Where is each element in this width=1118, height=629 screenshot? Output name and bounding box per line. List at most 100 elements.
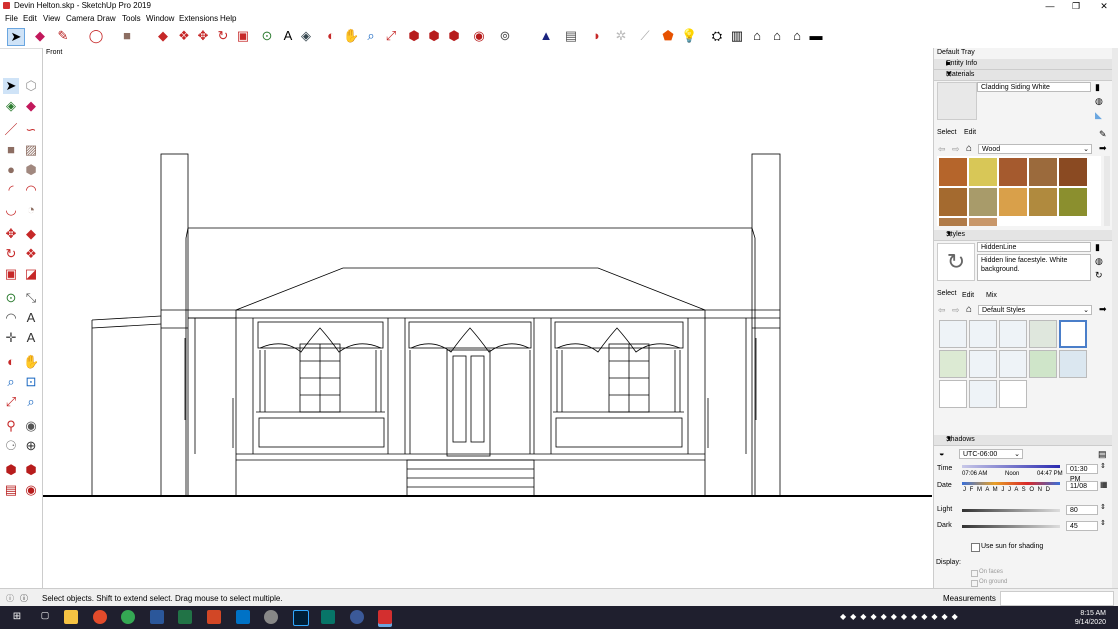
freehand-icon[interactable]: ∽: [23, 122, 39, 138]
push-pull-icon[interactable]: ◆: [155, 28, 171, 44]
text-tool-icon[interactable]: A: [280, 28, 296, 44]
left-view-icon[interactable]: ▬: [808, 28, 824, 44]
tab-edit[interactable]: Edit: [964, 129, 976, 136]
paint-bucket-icon[interactable]: ◈: [298, 28, 314, 44]
warehouse-icon[interactable]: ⬢: [3, 462, 19, 478]
push-pull-icon[interactable]: ◆: [23, 226, 39, 242]
chrome-icon[interactable]: [121, 610, 135, 624]
material-swatch[interactable]: [999, 188, 1027, 216]
swatch-scrollbar[interactable]: [1104, 156, 1110, 226]
pan-icon[interactable]: ✋: [343, 28, 359, 44]
materials-panel-header[interactable]: ▼ Materials ✕: [934, 70, 1112, 81]
text-tool-icon[interactable]: A: [23, 310, 39, 326]
freehand-icon[interactable]: ◯: [88, 28, 104, 44]
dark-slider[interactable]: [962, 525, 1060, 528]
windows-start-icon[interactable]: ⊞: [10, 610, 24, 624]
menu-window[interactable]: Window: [146, 14, 174, 23]
styles-panel-header[interactable]: ▼ Styles ✕: [934, 230, 1112, 241]
word-icon[interactable]: [150, 610, 164, 624]
style-thumbnail[interactable]: [969, 350, 997, 378]
move-icon[interactable]: ✥: [195, 28, 211, 44]
use-sun-checkbox[interactable]: [971, 543, 980, 552]
close-button[interactable]: ✕: [1090, 0, 1118, 12]
dark-field[interactable]: 45: [1066, 521, 1098, 531]
forward-arrow-icon[interactable]: ⇨: [952, 144, 960, 155]
3d-text-icon[interactable]: A: [23, 330, 39, 346]
calendar-icon[interactable]: ▦: [1100, 480, 1108, 489]
photoshop-icon[interactable]: [293, 610, 309, 626]
select-tool-icon[interactable]: ➤: [3, 78, 19, 94]
time-field[interactable]: 01:30 PM: [1066, 464, 1098, 483]
style-thumbnail[interactable]: [969, 320, 997, 348]
tab-edit[interactable]: Edit: [962, 292, 974, 299]
sample-paint-icon[interactable]: ◍: [1095, 96, 1103, 107]
material-swatch[interactable]: [939, 188, 967, 216]
material-swatch[interactable]: [1029, 158, 1057, 186]
menu-camera[interactable]: Camera: [66, 14, 94, 23]
pie-icon[interactable]: ◔: [23, 202, 39, 218]
style-thumbnail-selected[interactable]: [1059, 320, 1087, 348]
material-library-dropdown[interactable]: Wood ⌄: [978, 144, 1092, 154]
style-thumbnail[interactable]: [1029, 350, 1057, 378]
timezone-dropdown[interactable]: UTC-06:00 ⌄: [959, 449, 1023, 459]
three-point-arc-icon[interactable]: ◡: [3, 202, 19, 218]
material-swatch[interactable]: [1059, 188, 1087, 216]
send-to-layout-icon[interactable]: ◉: [23, 482, 39, 498]
default-material-icon[interactable]: ◣: [1095, 110, 1102, 121]
task-view-icon[interactable]: ▢: [38, 610, 52, 624]
sketchup-taskbar-icon[interactable]: [378, 610, 392, 624]
shadows-panel-header[interactable]: ▼ Shadows ✕: [934, 435, 1112, 446]
details-arrow-icon[interactable]: ➡: [1099, 143, 1107, 154]
zoom-icon[interactable]: ⌕: [363, 28, 379, 44]
look-around-icon[interactable]: ◉: [23, 418, 39, 434]
style-thumbnail[interactable]: [939, 350, 967, 378]
style-thumbnail[interactable]: [969, 380, 997, 408]
arc-icon[interactable]: ◜: [3, 182, 19, 198]
two-point-arc-icon[interactable]: ◠: [23, 182, 39, 198]
front-view-icon[interactable]: ⌂: [749, 28, 765, 44]
share-model-icon[interactable]: ⬢: [426, 28, 442, 44]
create-material-icon[interactable]: ▮: [1095, 82, 1100, 93]
close-icon[interactable]: ✕: [946, 436, 1110, 444]
share-model-icon[interactable]: ⬢: [23, 462, 39, 478]
orbit-icon[interactable]: ◐: [3, 354, 19, 370]
make-component-icon[interactable]: ⬡: [23, 78, 39, 94]
iso-view-icon[interactable]: ▲: [538, 28, 554, 44]
eraser-icon[interactable]: ◆: [32, 28, 48, 44]
style-library-dropdown[interactable]: Default Styles ⌄: [978, 305, 1092, 315]
sections-icon[interactable]: ⊚: [497, 28, 513, 44]
help-icon[interactable]: ⓘ: [20, 593, 28, 604]
back-arrow-icon[interactable]: ⇦: [938, 144, 946, 155]
details-arrow-icon[interactable]: ➡: [1099, 304, 1107, 315]
zoom-icon[interactable]: ⌕: [3, 374, 19, 390]
style-thumbnail[interactable]: [939, 320, 967, 348]
forward-arrow-icon[interactable]: ⇨: [952, 305, 960, 316]
menu-tools[interactable]: Tools: [122, 14, 141, 23]
extension-manager-icon[interactable]: ▤: [3, 482, 19, 498]
protractor-icon[interactable]: ◠: [3, 310, 19, 326]
material-swatch[interactable]: [969, 218, 997, 226]
light-field[interactable]: 80: [1066, 505, 1098, 515]
paint-bucket-icon[interactable]: ◈: [3, 98, 19, 114]
menu-edit[interactable]: Edit: [23, 14, 37, 23]
rectangle-icon[interactable]: ■: [119, 28, 135, 44]
home-icon[interactable]: ⌂: [966, 304, 972, 315]
orbit-icon[interactable]: ◐: [323, 28, 339, 44]
tab-mix[interactable]: Mix: [986, 292, 997, 299]
tab-select[interactable]: Select: [937, 290, 956, 297]
components-icon[interactable]: ⬟: [660, 28, 676, 44]
style-description-field[interactable]: Hidden line facestyle. White background.: [977, 254, 1091, 281]
style-name-field[interactable]: HiddenLine: [977, 242, 1091, 252]
menu-extensions[interactable]: Extensions: [179, 14, 218, 23]
send-to-layout-icon[interactable]: ◉: [471, 28, 487, 44]
light-spinner-icon[interactable]: ⇕: [1100, 503, 1106, 511]
rotate-icon[interactable]: ↻: [3, 246, 19, 262]
previous-view-icon[interactable]: ⌕: [23, 394, 39, 410]
section-plane-icon[interactable]: ⊕: [23, 438, 39, 454]
rotated-rectangle-icon[interactable]: ▨: [23, 142, 39, 158]
powerpoint-icon[interactable]: [207, 610, 221, 624]
eyedropper-icon[interactable]: ✎: [1099, 129, 1107, 140]
back-view-icon[interactable]: ⌂: [789, 28, 805, 44]
style-thumbnail[interactable]: [1059, 350, 1087, 378]
outlook-icon[interactable]: [236, 610, 250, 624]
